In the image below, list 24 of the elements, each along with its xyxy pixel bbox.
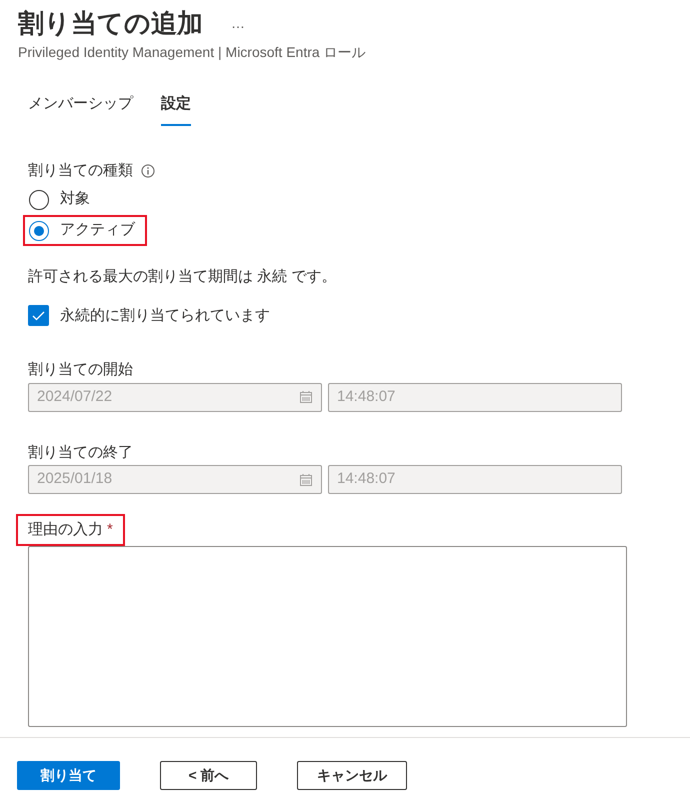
calendar-icon: [299, 390, 313, 404]
radio-label: アクティブ: [60, 220, 136, 240]
page-title: 割り当ての追加: [18, 7, 203, 40]
tab[interactable]: 設定: [161, 93, 191, 126]
more-button[interactable]: …: [231, 12, 245, 34]
info-icon: [141, 164, 155, 178]
checkbox[interactable]: [28, 305, 49, 326]
page-subtitle: Privileged Identity Management | Microsoft Entra ロール: [18, 43, 367, 62]
field-label: 割り当ての終了: [28, 442, 134, 462]
assign-button[interactable]: 割り当て: [17, 761, 120, 790]
field-label: 割り当ての開始: [28, 360, 134, 380]
radio-label: 対象: [60, 189, 91, 210]
action-button[interactable]: < 前へ: [160, 761, 257, 790]
radio-button[interactable]: [29, 190, 49, 210]
checkmark-icon: [32, 310, 45, 321]
info-text: 許可される最大の割り当て期間は 永続 です。: [28, 267, 338, 287]
action-button[interactable]: キャンセル: [297, 761, 407, 790]
radio-button[interactable]: [29, 220, 49, 240]
reason-field[interactable]: [28, 546, 627, 727]
calendar-icon: [299, 472, 313, 486]
checkbox-label: 永続的に割り当てられています: [60, 306, 270, 326]
tab[interactable]: メンバーシップ: [28, 93, 133, 126]
reason-label: 理由の入力 *: [16, 514, 125, 546]
field-label: 割り当ての種類: [28, 160, 133, 180]
